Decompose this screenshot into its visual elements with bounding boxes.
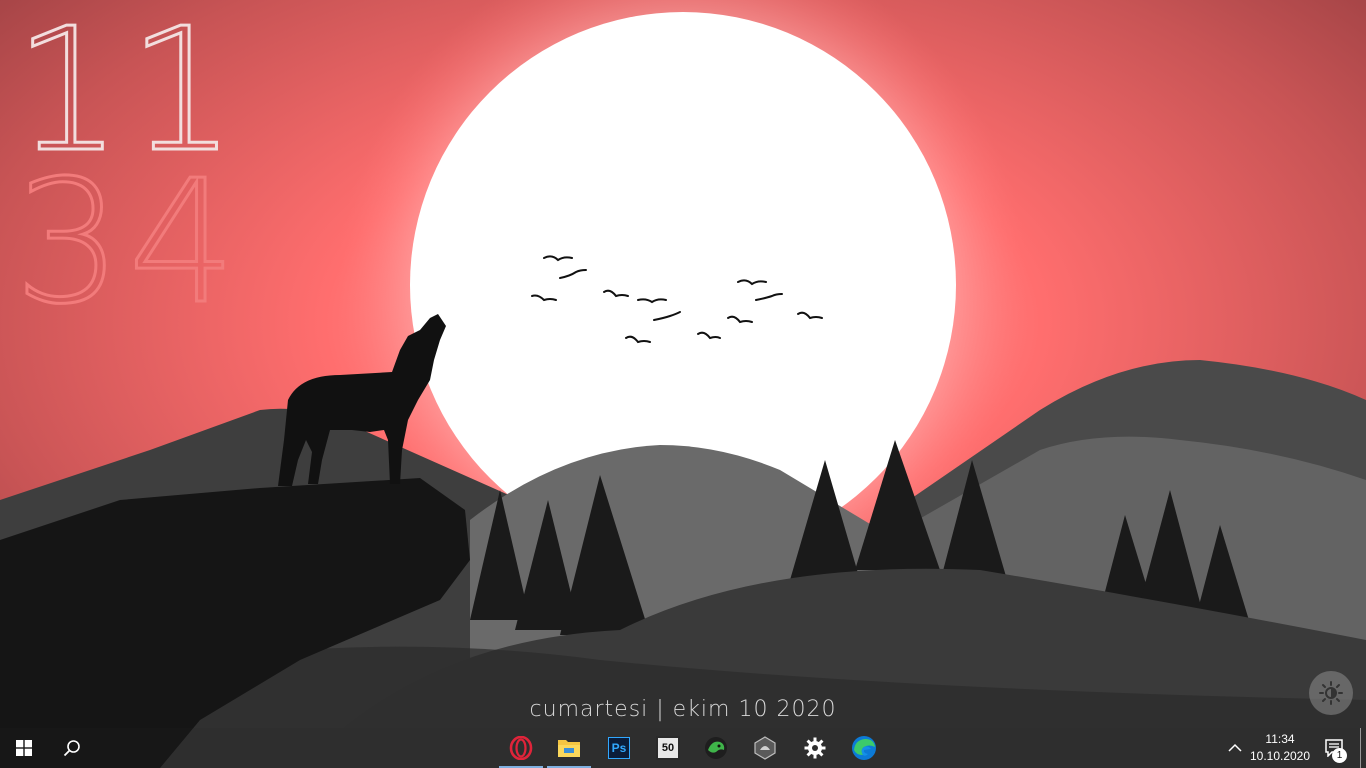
show-desktop-button[interactable] [1360, 728, 1361, 768]
start-button[interactable] [0, 728, 48, 768]
notification-count-badge: 1 [1332, 748, 1347, 763]
hexagon-app-icon [754, 736, 776, 760]
taskbar-app-green-monster[interactable] [692, 728, 740, 768]
fifty-app-label: 50 [661, 742, 675, 754]
windows-start-icon [16, 740, 32, 756]
file-explorer-icon [558, 740, 580, 757]
action-center-button[interactable] [1316, 728, 1352, 768]
taskbar-app-photoshop[interactable]: Ps [595, 728, 643, 768]
search-button[interactable] [48, 728, 96, 768]
taskbar-app-file-explorer[interactable] [545, 728, 593, 768]
desktop-date-line: cumartesi | ekim 10 2020 [529, 697, 837, 722]
taskbar-app-settings[interactable] [791, 728, 839, 768]
opera-icon [509, 736, 533, 760]
chevron-up-icon [1228, 743, 1242, 752]
edge-icon [852, 736, 876, 760]
sun-icon [1319, 681, 1343, 705]
taskbar: Ps 50 11:34 10.10.2020 [0, 728, 1366, 768]
tray-clock[interactable]: 11:34 10.10.2020 [1248, 731, 1312, 765]
settings-gear-icon [804, 737, 826, 759]
photoshop-label: Ps [611, 741, 627, 755]
fifty-app-icon: 50 [656, 736, 680, 760]
tray-date: 10.10.2020 [1249, 749, 1311, 763]
brightness-toggle-button[interactable] [1309, 671, 1353, 715]
taskbar-app-opera[interactable] [497, 728, 545, 768]
show-hidden-icons-button[interactable] [1222, 728, 1248, 768]
clock-minute: 34 [12, 144, 243, 342]
taskbar-app-edge[interactable] [840, 728, 888, 768]
taskbar-app-hexagon[interactable] [741, 728, 789, 768]
search-icon [63, 740, 80, 757]
tray-time: 11:34 [1265, 732, 1295, 746]
photoshop-icon: Ps [608, 737, 630, 759]
taskbar-app-fifty[interactable]: 50 [644, 728, 692, 768]
green-monster-icon [705, 737, 727, 759]
